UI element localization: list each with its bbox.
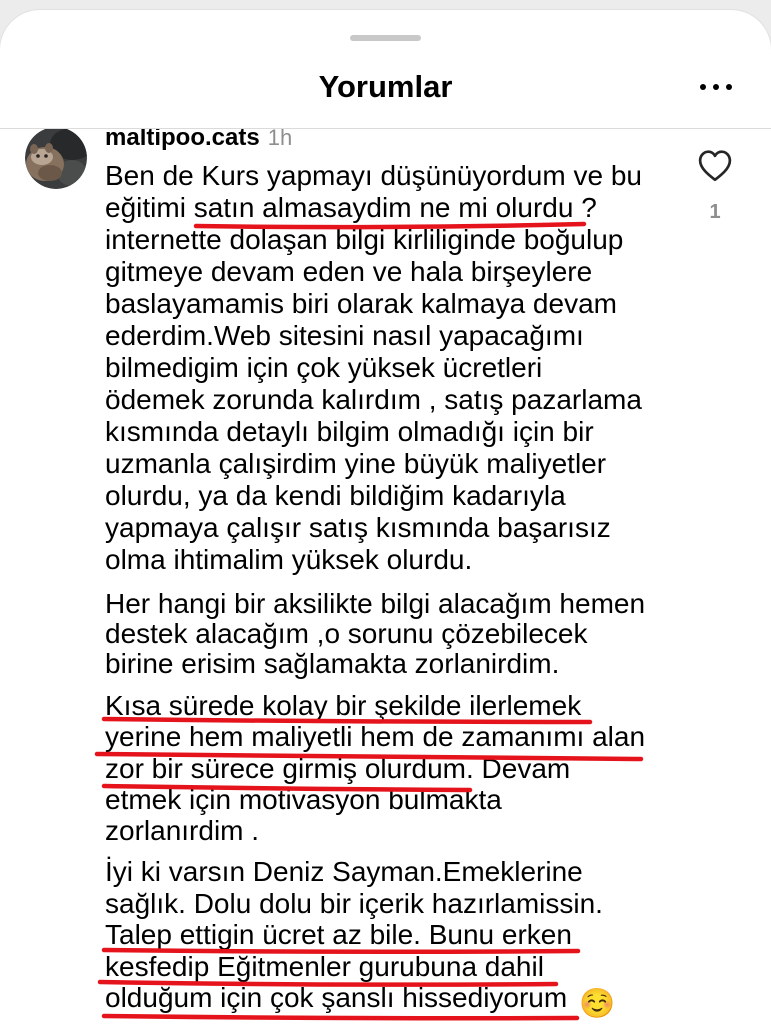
comment-paragraph: İyi ki varsın Deniz Sayman.Emeklerine sa…: [105, 856, 616, 1020]
comment-text-line: etmek için motivasyon bulmakta: [105, 783, 502, 815]
comment-text-line: bilmedigim için çok yüksek ücretleri: [105, 352, 543, 383]
comment-text-line: kısmında detaylı bilgim olmadığı için bi…: [105, 416, 594, 447]
comment-text-line: Kısa sürede kolay bir şekilde ilerlemek: [105, 690, 582, 721]
smiling-face-emoji: ☺️: [579, 986, 616, 1020]
comment: maltipoo.cats 1h 1 Ben de Kurs yapmayı dü…: [0, 129, 771, 1024]
comment-text-line: Talep ettigin ücret az bile. Bunu erken: [105, 919, 572, 950]
heart-outline-icon: [698, 150, 732, 182]
username-link[interactable]: maltipoo.cats: [105, 129, 260, 151]
comment-time: 1h: [267, 129, 293, 150]
comment-text-line: sağlık. Dolu dolu bir içerik hazırlamiss…: [105, 887, 603, 919]
comment-text-line: eğitimi satın almasaydim ne mi olurdu ?: [105, 192, 597, 223]
comment-text-line: destek alacağım ,o sorunu çözebilecek: [105, 618, 588, 649]
comment-paragraph: Her hangi bir aksilikte bilgi alacağım h…: [105, 589, 645, 679]
screen: Yorumlar maltipoo.cats 1h 1 Ben de Kurs …: [0, 0, 771, 1024]
comment-paragraph: Ben de Kurs yapmayı düşünüyordum ve bu e…: [105, 160, 642, 576]
more-dot: [713, 84, 719, 90]
comment-text-line: yapmaya çalışır satış kısmında başarısız: [105, 512, 611, 543]
comment-header: maltipoo.cats 1h: [105, 129, 292, 152]
comment-text-line: birine erisim sağlamakta zorlanirdim.: [105, 648, 560, 679]
comment-text-line: olurdu, ya da kendi bildiğim kadarıyla: [105, 480, 566, 511]
comment-text-line: Ben de Kurs yapmayı düşünüyordum ve bu: [105, 160, 642, 191]
comments-list[interactable]: maltipoo.cats 1h 1 Ben de Kurs yapmayı dü…: [0, 129, 771, 1024]
like-count[interactable]: 1: [695, 200, 735, 224]
comment-text-line: zor bir sürece girmiş olurdum. Devam: [105, 752, 571, 784]
comment-text-line: baslayamamis biri olarak kalmaya devam: [105, 288, 617, 319]
sheet-title: Yorumlar: [318, 69, 453, 104]
more-dot: [726, 84, 732, 90]
comment-text: olduğum için çok şanslı hissediyorum: [105, 982, 568, 1013]
avatar-photo: [25, 129, 87, 189]
comment-paragraph: Kısa sürede kolay bir şekilde ilerlemek …: [105, 690, 645, 846]
comment-text-line: kesfedip Eğitmenler gurubuna dahil: [105, 950, 544, 982]
comment-text-line: uzmanla çalışirdim yine büyük maliyetler: [105, 448, 607, 479]
comment-text-line: zorlanırdim .: [105, 815, 260, 846]
more-options-button[interactable]: [696, 73, 736, 101]
more-horizontal-icon: [700, 84, 732, 90]
comments-sheet: Yorumlar maltipoo.cats 1h 1 Ben de Kurs …: [0, 10, 771, 1024]
comment-text-line: gitmeye devam eden ve hala birşeylere: [105, 256, 593, 287]
comment-text-line-last: olduğum için çok şanslı hissediyorum ☺️: [105, 982, 616, 1020]
comment-text-line: yerine hem maliyetli hem de zamanımı ala…: [105, 721, 646, 753]
comment-text-line: internette dolaşan bilgi kirliliginde bo…: [105, 224, 624, 255]
comment-text-line: ödemek zorunda kalırdım , satış pazarlam…: [105, 384, 642, 415]
comment-text-line: olma ihtimalim yüksek olurdu.: [105, 544, 473, 575]
comment-text-line: İyi ki varsın Deniz Sayman.Emeklerine: [105, 856, 583, 887]
more-dot: [700, 84, 706, 90]
like-button[interactable]: [696, 146, 734, 184]
avatar[interactable]: [25, 129, 87, 189]
drag-handle[interactable]: [350, 35, 421, 41]
comment-text-line: Her hangi bir aksilikte bilgi alacağım h…: [105, 588, 646, 619]
comment-text-line: ederdim.Web sitesini nasıl yapacağımı: [105, 320, 584, 351]
